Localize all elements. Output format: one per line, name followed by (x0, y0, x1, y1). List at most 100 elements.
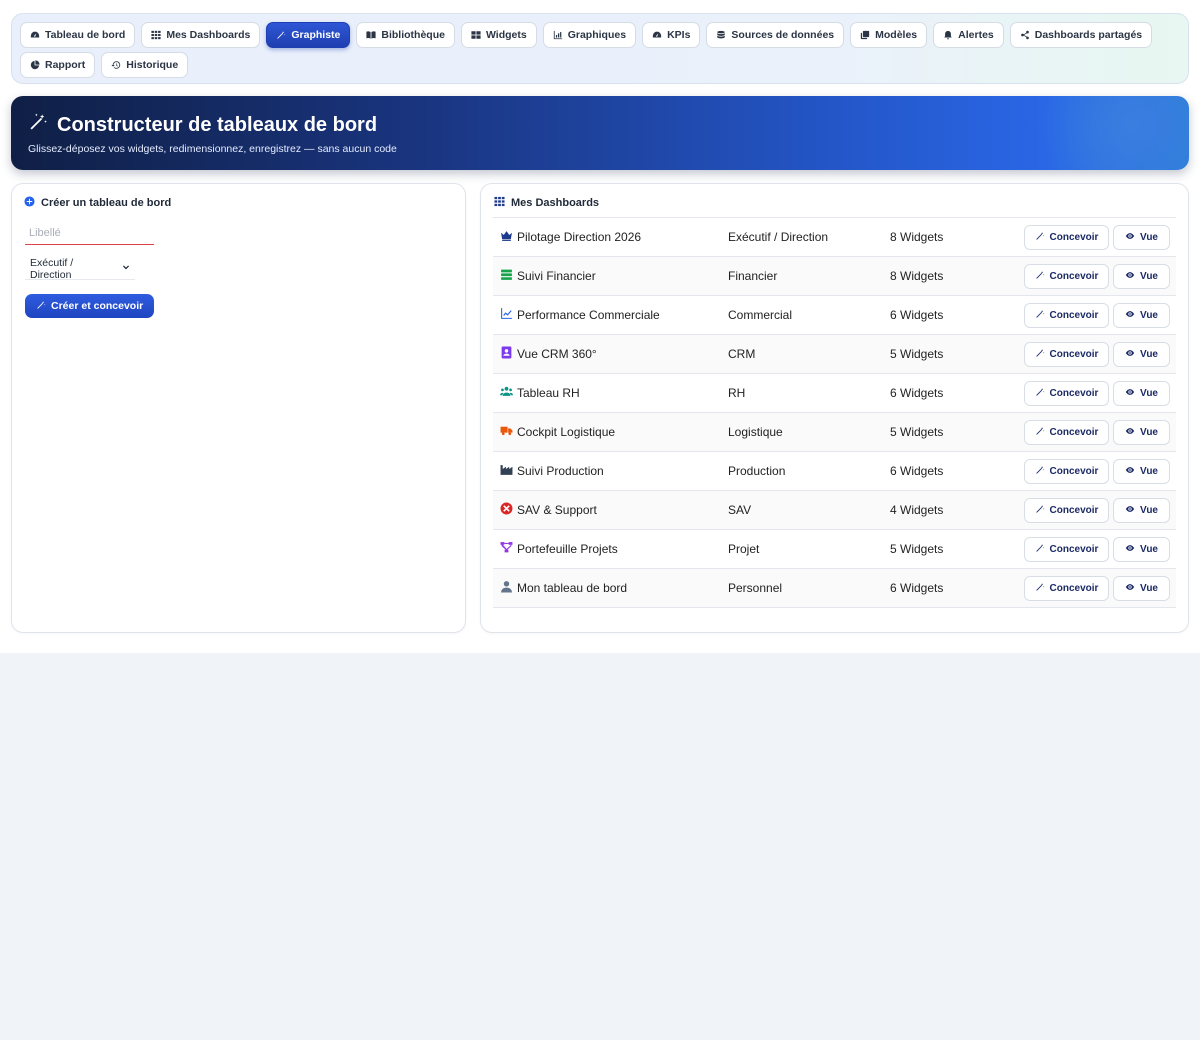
dashboard-category: Financier (728, 269, 778, 283)
view-button-label: Vue (1140, 466, 1158, 477)
nav-tab-label: Historique (126, 59, 179, 71)
eye-icon (1125, 426, 1135, 439)
view-button[interactable]: Vue (1113, 498, 1170, 523)
view-button[interactable]: Vue (1113, 576, 1170, 601)
design-button[interactable]: Concevoir (1024, 303, 1109, 328)
design-button[interactable]: Concevoir (1024, 498, 1109, 523)
tab-kpis[interactable]: KPIs (642, 22, 701, 48)
view-button[interactable]: Vue (1113, 537, 1170, 562)
pie-icon (30, 60, 40, 70)
dashboard-name-cell: Suivi Financier (500, 268, 596, 284)
create-button-label: Créer et concevoir (51, 300, 144, 312)
design-button[interactable]: Concevoir (1024, 459, 1109, 484)
dashboard-type-select[interactable]: Exécutif / Direction (25, 256, 135, 281)
magic-wand-icon (1035, 582, 1045, 595)
tab-tableau-de-bord[interactable]: Tableau de bord (20, 22, 136, 48)
design-button[interactable]: Concevoir (1024, 537, 1109, 562)
view-button[interactable]: Vue (1113, 420, 1170, 445)
design-button-label: Concevoir (1049, 505, 1099, 516)
design-button[interactable]: Concevoir (1024, 420, 1109, 445)
label-input[interactable] (25, 221, 154, 245)
tab-alertes[interactable]: Alertes (933, 22, 1004, 48)
magic-wand-icon (1035, 543, 1045, 556)
widget-count: 6 Widgets (890, 581, 944, 595)
design-button[interactable]: Concevoir (1024, 225, 1109, 250)
tab-mes-dashboards[interactable]: Mes Dashboards (141, 22, 261, 48)
design-button[interactable]: Concevoir (1024, 576, 1109, 601)
dashboard-name: Vue CRM 360° (517, 347, 597, 361)
view-button-label: Vue (1140, 544, 1158, 555)
table-row: Performance Commerciale Commercial 6 Wid… (493, 296, 1176, 335)
magic-wand-icon (1035, 309, 1045, 322)
magic-wand-icon (1035, 426, 1045, 439)
view-button[interactable]: Vue (1113, 264, 1170, 289)
dashboard-name-cell: Pilotage Direction 2026 (500, 229, 641, 245)
dashboard-name: Cockpit Logistique (517, 425, 616, 439)
nav-tab-label: Bibliothèque (381, 29, 445, 41)
tab-graphiques[interactable]: Graphiques (542, 22, 637, 48)
chevron-down-icon (122, 263, 130, 275)
dashboard-name: Mon tableau de bord (517, 581, 628, 595)
magic-wand-icon (1035, 348, 1045, 361)
magic-wand-icon (276, 30, 286, 40)
dashboard-name-cell: Suivi Production (500, 463, 604, 479)
view-button-label: Vue (1140, 427, 1158, 438)
main-nav: Tableau de bord Mes Dashboards Graphiste Bi… (11, 13, 1189, 84)
dashboard-type-value: Exécutif / Direction (30, 256, 74, 281)
view-button[interactable]: Vue (1113, 303, 1170, 328)
design-button[interactable]: Concevoir (1024, 342, 1109, 367)
magic-wand-icon (1035, 387, 1045, 400)
magic-wand-icon (36, 300, 46, 313)
table-row: Vue CRM 360° CRM 5 Widgets Concevoir Vue (493, 335, 1176, 374)
widget-count: 5 Widgets (890, 542, 944, 556)
tab-rapport[interactable]: Rapport (20, 52, 96, 78)
grid-icon (494, 196, 505, 210)
money-icon (500, 268, 513, 284)
widgets-icon (471, 30, 481, 40)
dashboard-name-cell: SAV & Support (500, 502, 597, 518)
bell-icon (943, 30, 953, 40)
grid-icon (151, 30, 161, 40)
view-button-label: Vue (1140, 310, 1158, 321)
dashboard-category: Logistique (728, 425, 783, 439)
widget-count: 8 Widgets (890, 269, 944, 283)
tab-bibliotheque[interactable]: Bibliothèque (356, 22, 455, 48)
dashboard-category: Commercial (728, 308, 793, 322)
view-button-label: Vue (1140, 232, 1158, 243)
magic-wand-icon (1035, 231, 1045, 244)
magic-wand-icon (1035, 270, 1045, 283)
database-icon (716, 30, 726, 40)
eye-icon (1125, 270, 1135, 283)
design-button-label: Concevoir (1049, 271, 1099, 282)
design-button-label: Concevoir (1049, 310, 1099, 321)
dashboard-name: Tableau RH (517, 386, 580, 400)
lifebuoy-icon (500, 502, 513, 518)
tab-partages[interactable]: Dashboards partagés (1009, 22, 1153, 48)
create-and-design-button[interactable]: Créer et concevoir (25, 294, 155, 318)
user-icon (500, 580, 513, 596)
widget-count: 6 Widgets (890, 386, 944, 400)
design-button[interactable]: Concevoir (1024, 381, 1109, 406)
create-panel-title: Créer un tableau de bord (41, 197, 172, 209)
tab-modeles[interactable]: Modèles (850, 22, 928, 48)
nav-tab-label: Widgets (485, 29, 527, 41)
view-button[interactable]: Vue (1113, 381, 1170, 406)
history-icon (111, 60, 121, 70)
view-button[interactable]: Vue (1113, 342, 1170, 367)
tab-graphiste[interactable]: Graphiste (266, 22, 351, 48)
tab-widgets[interactable]: Widgets (460, 22, 537, 48)
list-panel-title: Mes Dashboards (511, 197, 600, 209)
design-button[interactable]: Concevoir (1024, 264, 1109, 289)
eye-icon (1125, 543, 1135, 556)
factory-icon (500, 463, 513, 479)
view-button[interactable]: Vue (1113, 225, 1170, 250)
view-button[interactable]: Vue (1113, 459, 1170, 484)
nav-tab-label: Graphiques (567, 29, 627, 41)
tab-historique[interactable]: Historique (101, 52, 189, 78)
design-button-label: Concevoir (1049, 583, 1099, 594)
tab-sources[interactable]: Sources de données (706, 22, 845, 48)
view-button-label: Vue (1140, 271, 1158, 282)
dashboards-table: Pilotage Direction 2026 Exécutif / Direc… (493, 217, 1176, 608)
list-panel-header: Mes Dashboards (494, 196, 599, 210)
create-dashboard-panel: Créer un tableau de bord Exécutif / Dire… (11, 183, 466, 633)
